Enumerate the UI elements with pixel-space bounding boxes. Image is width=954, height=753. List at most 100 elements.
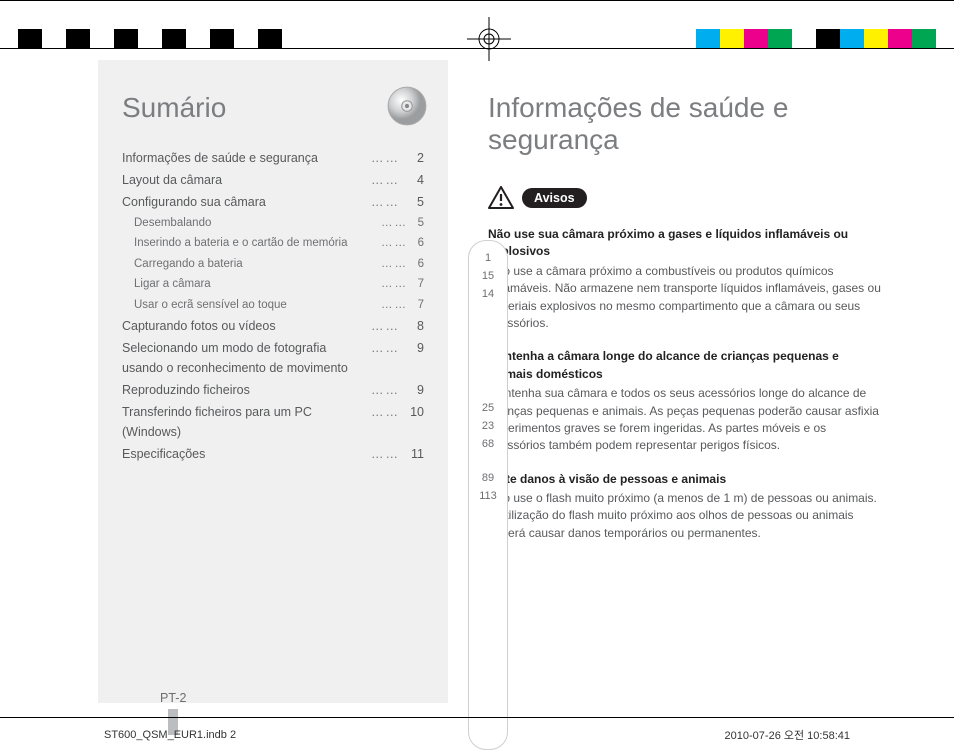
toc-subitem[interactable]: Inserindo a bateria e o cartão de memóri… [122, 234, 424, 252]
toc-subitem-page: 7 [412, 296, 424, 314]
cal-swatch [186, 29, 210, 49]
cal-swatch [768, 29, 792, 49]
toc-dots: …… [371, 338, 400, 358]
toc-dots: …… [371, 380, 400, 400]
cal-swatch [234, 29, 258, 49]
cal-swatch [696, 29, 720, 49]
toc-item[interactable]: Reproduzindo ficheiros……9 [122, 380, 424, 400]
toc-item-page: 4 [404, 170, 424, 190]
toc-dots: …… [381, 214, 408, 232]
cal-swatch [816, 29, 840, 49]
side-number: 14 [482, 285, 494, 303]
toc-item-page: 11 [404, 444, 424, 464]
toc-item[interactable]: Layout da câmara……4 [122, 170, 424, 190]
side-number: 25 [482, 399, 494, 417]
toc-item[interactable]: Configurando sua câmara……5 [122, 192, 424, 212]
warning-block: Evite danos à visão de pessoas e animais… [488, 471, 884, 543]
registration-mark [465, 15, 513, 63]
toc-item-label: Configurando sua câmara [122, 192, 367, 212]
toc-subitem-label: Inserindo a bateria e o cartão de memóri… [134, 234, 377, 252]
slug-footer: ST600_QSM_EUR1.indb 2 2010-07-26 오전 10:5… [0, 717, 954, 753]
toc-subitem-page: 6 [412, 255, 424, 273]
toc-subitem-label: Carregando a bateria [134, 255, 377, 273]
cal-swatch [258, 29, 282, 49]
avisos-label: Avisos [522, 188, 587, 208]
toc-subitem[interactable]: Usar o ecrã sensível ao toque……7 [122, 296, 424, 314]
side-number: 23 [482, 417, 494, 435]
toc-item-label: Especificações [122, 444, 367, 464]
toc-dots: …… [371, 192, 400, 212]
warning-heading: Evite danos à visão de pessoas e animais [488, 471, 884, 488]
warning-body: Mantenha sua câmara e todos os seus aces… [488, 385, 884, 455]
toc-subitem-page: 6 [412, 234, 424, 252]
toc-subitem-page: 5 [412, 214, 424, 232]
side-number: 15 [482, 267, 494, 285]
warning-icon [488, 186, 514, 210]
toc-item[interactable]: Capturando fotos ou vídeos……8 [122, 316, 424, 336]
toc-title: Sumário [122, 92, 424, 124]
toc-item-page: 5 [404, 192, 424, 212]
cal-swatch [90, 29, 114, 49]
page-title: Informações de saúde e segurança [488, 92, 884, 156]
toc-dots: …… [381, 234, 408, 252]
cal-swatch [18, 29, 42, 49]
toc-dots: …… [371, 170, 400, 190]
toc-item-label: Layout da câmara [122, 170, 367, 190]
toc-list: Informações de saúde e segurança……2Layou… [122, 148, 424, 466]
slug-date: 2010-07-26 오전 10:58:41 [725, 727, 850, 743]
toc-subitem-label: Ligar a câmara [134, 275, 377, 293]
cal-swatch [744, 29, 768, 49]
cal-swatch [162, 29, 186, 49]
cal-swatch [912, 29, 936, 49]
cal-swatch [864, 29, 888, 49]
warning-heading: Não use sua câmara próximo a gases e líq… [488, 226, 884, 261]
toc-subitem[interactable]: Desembalando……5 [122, 214, 424, 232]
toc-item-label: Capturando fotos ou vídeos [122, 316, 367, 336]
toc-subitem[interactable]: Ligar a câmara……7 [122, 275, 424, 293]
cal-swatch [792, 29, 816, 49]
toc-subitem-label: Desembalando [134, 214, 377, 232]
cal-swatch [66, 29, 90, 49]
toc-dots: …… [381, 296, 408, 314]
calibration-strip [0, 15, 954, 63]
warning-block: Não use sua câmara próximo a gases e líq… [488, 226, 884, 332]
toc-dots: …… [381, 255, 408, 273]
cal-swatch [840, 29, 864, 49]
toc-item[interactable]: Informações de saúde e segurança……2 [122, 148, 424, 168]
toc-item-page: 9 [404, 380, 424, 400]
cal-swatch [114, 29, 138, 49]
top-rule-2 [0, 48, 954, 49]
slug-file: ST600_QSM_EUR1.indb 2 [104, 729, 236, 741]
toc-item[interactable]: Selecionando um modo de fotografia usand… [122, 338, 424, 378]
toc-item-label: Transferindo ficheiros para um PC (Windo… [122, 402, 367, 442]
cal-swatch [888, 29, 912, 49]
cal-swatch [42, 29, 66, 49]
toc-item-label: Informações de saúde e segurança [122, 148, 367, 168]
warning-blocks: Não use sua câmara próximo a gases e líq… [488, 226, 884, 542]
toc-item-page: 8 [404, 316, 424, 336]
side-number: 1 [485, 249, 491, 267]
warning-body: Não use o flash muito próximo (a menos d… [488, 490, 884, 542]
toc-panel: Sumário Informações de saúde e segurança… [98, 60, 448, 703]
content-panel: Informações de saúde e segurança Avisos … [478, 60, 894, 703]
top-rule [0, 0, 954, 1]
toc-item[interactable]: Especificações……11 [122, 444, 424, 464]
cal-swatch [138, 29, 162, 49]
toc-subitem-label: Usar o ecrã sensível ao toque [134, 296, 377, 314]
warning-body: Não use a câmara próximo a combustíveis … [488, 263, 884, 333]
cal-swatch [720, 29, 744, 49]
toc-subitem[interactable]: Carregando a bateria……6 [122, 255, 424, 273]
toc-dots: …… [371, 402, 400, 422]
toc-dots: …… [371, 316, 400, 336]
toc-item-page: 10 [404, 402, 424, 422]
toc-dots: …… [371, 444, 400, 464]
toc-dots: …… [371, 148, 400, 168]
page-number-text: PT-2 [160, 691, 186, 705]
toc-item-label: Selecionando um modo de fotografia usand… [122, 338, 367, 378]
warning-block: Mantenha a câmara longe do alcance de cr… [488, 348, 884, 454]
footer-rule [0, 717, 954, 718]
toc-item-label: Reproduzindo ficheiros [122, 380, 367, 400]
cal-swatch [210, 29, 234, 49]
toc-item[interactable]: Transferindo ficheiros para um PC (Windo… [122, 402, 424, 442]
side-number: 113 [479, 487, 497, 505]
